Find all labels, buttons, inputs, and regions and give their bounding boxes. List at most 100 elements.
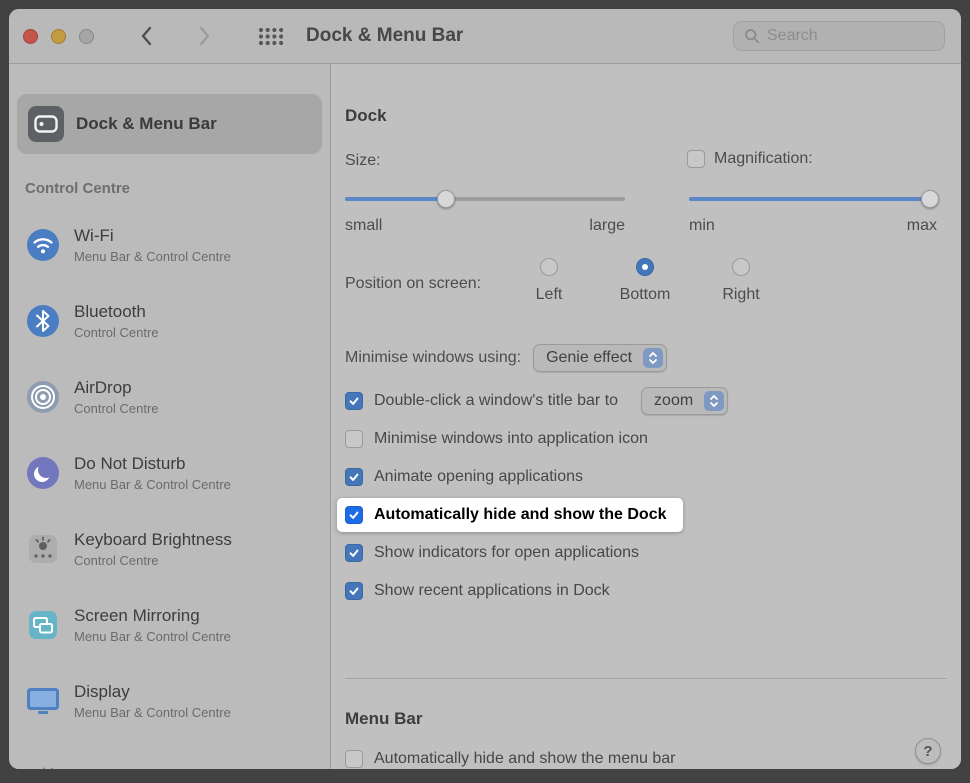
sidebar-item-text: Display Menu Bar & Control Centre [74,682,231,720]
size-label: Size: [345,152,381,170]
magnification-checkbox[interactable] [687,150,705,168]
radio-right[interactable] [732,258,750,276]
magnification-row: Magnification: [687,150,813,168]
sidebar-item-text: Sound [74,767,123,769]
show-recent-label: Show recent applications in Dock [374,582,610,600]
section-divider [345,678,947,679]
minimise-effect-dropdown[interactable]: Genie effect [533,344,667,372]
moon-icon [25,455,61,491]
position-option-bottom[interactable]: Bottom [597,258,693,304]
title-bar-action-value: zoom [654,392,693,410]
check-icon [348,471,360,483]
system-preferences-window: Dock & Menu Bar Search Dock & Menu Bar C… [9,9,961,769]
radio-right-label: Right [722,286,759,304]
radio-bottom-label: Bottom [620,286,671,304]
auto-hide-menu-bar-checkbox[interactable] [345,750,363,768]
animate-opening-label: Animate opening applications [374,468,583,486]
row-auto-hide-menu-bar: Automatically hide and show the menu bar [345,740,676,769]
show-recent-checkbox[interactable] [345,582,363,600]
screenshot-border: Dock & Menu Bar Search Dock & Menu Bar C… [0,0,970,783]
wifi-icon [25,227,61,263]
row-animate-opening: Animate opening applications [345,458,728,496]
mag-max-label: max [907,217,937,235]
dock-checkbox-list: Double-click a window's title bar to zoo… [345,382,728,610]
check-icon [348,509,360,521]
sidebar-item-text: Screen Mirroring Menu Bar & Control Cent… [74,606,231,644]
sidebar-item-text: Bluetooth Control Centre [74,302,159,340]
position-option-right[interactable]: Right [693,258,789,304]
row-show-indicators: Show indicators for open applications [345,534,728,572]
sidebar-item-text: Do Not Disturb Menu Bar & Control Centre [74,454,231,492]
sidebar-item-dock-menu-bar[interactable]: Dock & Menu Bar [17,94,322,154]
show-indicators-label: Show indicators for open applications [374,544,639,562]
settings-panel: Dock Size: Magnification: [331,64,961,769]
minimise-into-icon-checkbox[interactable] [345,430,363,448]
row-double-click-title-bar: Double-click a window's title bar to zoo… [345,382,728,420]
magnification-slider-labels: min max [689,217,937,235]
row-auto-hide-dock: Automatically hide and show the Dock [337,498,683,532]
dropdown-stepper-icon [704,391,724,411]
sidebar-item-keyboard-brightness[interactable]: Keyboard Brightness Control Centre [9,511,330,587]
fullscreen-button[interactable] [79,29,94,44]
animate-opening-checkbox[interactable] [345,468,363,486]
search-field[interactable]: Search [733,21,945,51]
sidebar-item-text: Keyboard Brightness Control Centre [74,530,232,568]
minimise-effect-value: Genie effect [546,349,632,367]
chevron-left-icon [140,25,153,47]
radio-left[interactable] [540,258,558,276]
window-title: Dock & Menu Bar [306,25,463,47]
dock-menu-bar-icon [28,106,64,142]
search-placeholder: Search [767,27,818,45]
help-button[interactable]: ? [915,738,941,764]
menu-bar-checkbox-list: Automatically hide and show the menu bar [345,740,676,769]
sidebar-item-do-not-disturb[interactable]: Do Not Disturb Menu Bar & Control Centre [9,435,330,511]
size-slider[interactable] [345,190,625,208]
sidebar: Dock & Menu Bar Control Centre Wi-Fi Men… [9,64,331,769]
back-button[interactable] [132,21,160,51]
auto-hide-menu-bar-label: Automatically hide and show the menu bar [374,750,676,768]
slider-fill [689,197,937,201]
magnification-slider[interactable] [689,190,937,208]
position-option-left[interactable]: Left [501,258,597,304]
sidebar-item-sound[interactable]: Sound [9,739,330,769]
sidebar-item-display[interactable]: Display Menu Bar & Control Centre [9,663,330,739]
check-icon [348,585,360,597]
close-button[interactable] [23,29,38,44]
title-bar-action-dropdown[interactable]: zoom [641,387,728,415]
traffic-lights [23,29,94,44]
magnification-label: Magnification: [714,150,813,168]
dock-heading: Dock [345,106,387,126]
display-icon [25,683,61,719]
radio-left-label: Left [536,286,563,304]
sidebar-item-screen-mirroring[interactable]: Screen Mirroring Menu Bar & Control Cent… [9,587,330,663]
double-click-checkbox[interactable] [345,392,363,410]
minimise-label: Minimise windows using: [345,349,521,367]
check-icon [348,395,360,407]
position-label: Position on screen: [345,275,481,293]
forward-button[interactable] [190,21,218,51]
radio-bottom[interactable] [636,258,654,276]
check-icon [348,547,360,559]
sidebar-item-airdrop[interactable]: AirDrop Control Centre [9,359,330,435]
slider-thumb[interactable] [921,190,939,208]
slider-thumb[interactable] [437,190,455,208]
auto-hide-dock-checkbox[interactable] [345,506,363,524]
sidebar-item-bluetooth[interactable]: Bluetooth Control Centre [9,283,330,359]
bluetooth-icon [25,303,61,339]
size-min-label: small [345,217,382,235]
minimize-button[interactable] [51,29,66,44]
minimise-row: Minimise windows using: Genie effect [345,344,667,372]
airdrop-icon [25,379,61,415]
menu-bar-heading: Menu Bar [345,709,422,729]
auto-hide-dock-label: Automatically hide and show the Dock [374,506,667,524]
show-all-grid-icon[interactable] [258,27,284,46]
size-max-label: large [589,217,625,235]
size-slider-labels: small large [345,217,625,235]
nav-buttons [132,21,218,51]
minimise-into-icon-label: Minimise windows into application icon [374,430,648,448]
show-indicators-checkbox[interactable] [345,544,363,562]
search-icon [744,28,760,44]
sidebar-item-text: AirDrop Control Centre [74,378,159,416]
sidebar-section-header: Control Centre [25,180,330,197]
sidebar-item-wifi[interactable]: Wi-Fi Menu Bar & Control Centre [9,207,330,283]
